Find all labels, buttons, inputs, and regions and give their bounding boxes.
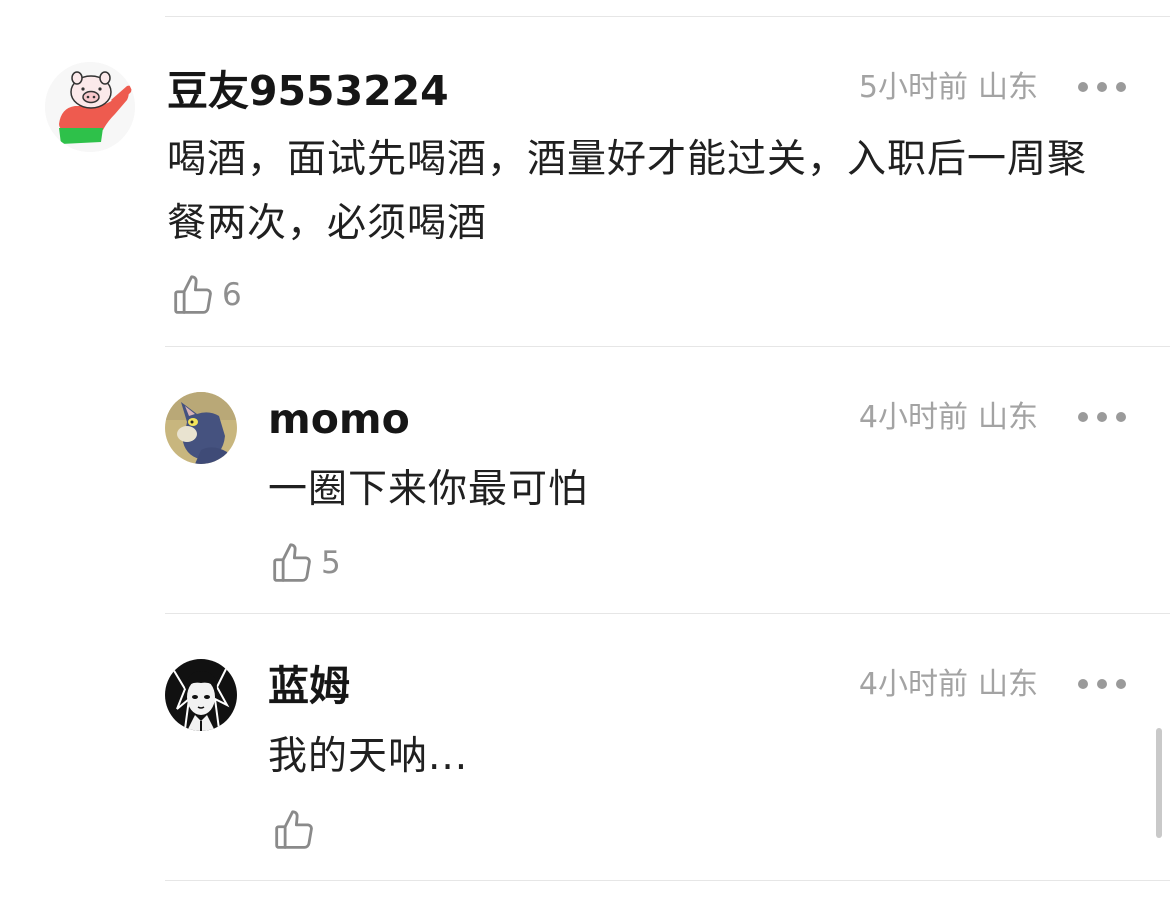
more-dots-icon[interactable] — [1078, 410, 1126, 424]
comment-content: 一圈下来你最可怕 — [268, 467, 589, 512]
tom-cat-avatar-icon — [165, 392, 237, 464]
comment-content: 喝酒，面试先喝酒，酒量好才能过关，入职后一周聚餐两次，必须喝酒 — [167, 137, 1088, 246]
divider — [165, 613, 1170, 614]
comment-location: 山东 — [978, 400, 1038, 435]
comment-meta: 4小时前 山东 — [859, 403, 1038, 433]
more-dots-icon[interactable] — [1078, 80, 1126, 94]
comment-meta: 4小时前 山东 — [859, 670, 1038, 700]
top-divider — [165, 16, 1170, 17]
like-button[interactable]: 6 — [171, 273, 242, 318]
username[interactable]: 蓝姆 — [268, 666, 350, 707]
comment-time: 4小时前 — [858, 667, 968, 702]
like-button[interactable] — [272, 808, 323, 853]
like-button[interactable]: 5 — [270, 541, 341, 586]
comment-location: 山东 — [978, 70, 1038, 105]
avatar[interactable] — [165, 392, 237, 464]
thumbs-up-icon — [273, 543, 311, 582]
manga-portrait-avatar-icon — [165, 659, 237, 731]
scrollbar[interactable] — [1156, 728, 1162, 838]
pig-cartoon-avatar-icon — [45, 62, 135, 152]
avatar[interactable] — [45, 62, 135, 152]
comment-time: 4小时前 — [858, 400, 968, 435]
thumbs-up-icon — [174, 275, 212, 314]
divider — [165, 346, 1170, 347]
like-count: 5 — [321, 545, 341, 581]
divider — [165, 880, 1170, 881]
comment-meta: 5小时前 山东 — [859, 73, 1038, 103]
thumbs-up-icon — [275, 810, 313, 849]
avatar[interactable] — [165, 659, 237, 731]
like-count: 6 — [222, 277, 242, 313]
comment-location: 山东 — [978, 667, 1038, 702]
username[interactable]: momo — [268, 399, 410, 440]
comment-time: 5小时前 — [858, 70, 968, 105]
username[interactable]: 豆友9553224 — [167, 71, 449, 112]
more-dots-icon[interactable] — [1078, 677, 1126, 691]
comment-content: 我的天呐... — [268, 734, 469, 779]
